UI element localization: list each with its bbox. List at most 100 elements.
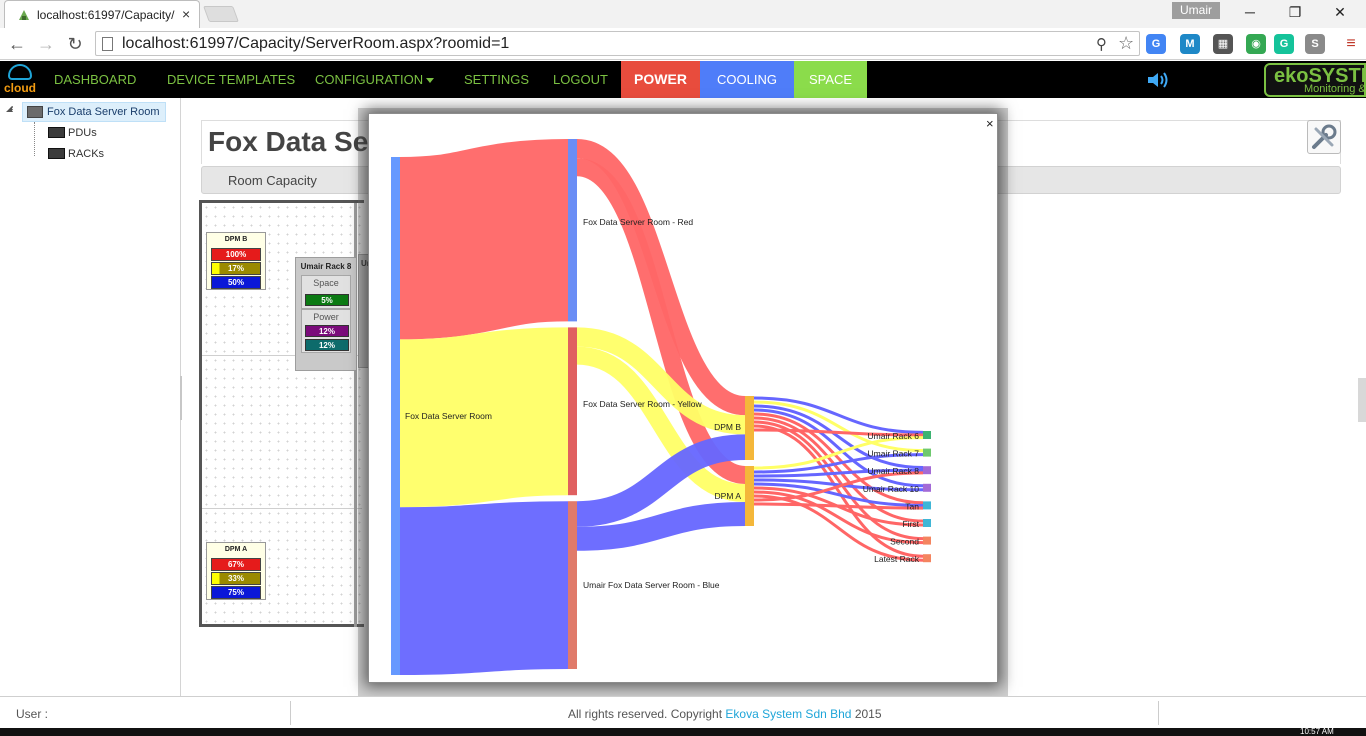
- url-text[interactable]: localhost:61997/Capacity/ServerRoom.aspx…: [122, 35, 509, 53]
- address-bar[interactable]: localhost:61997/Capacity/ServerRoom.aspx…: [95, 31, 1140, 56]
- footer-divider: [290, 701, 291, 725]
- sankey-node[interactable]: [568, 501, 577, 669]
- restore-icon[interactable]: ❐: [1283, 4, 1307, 22]
- zoom-icon[interactable]: ⚲: [1096, 35, 1107, 53]
- close-window-icon[interactable]: ✕: [1328, 4, 1352, 22]
- sankey-node[interactable]: [568, 327, 577, 496]
- sankey-node[interactable]: [745, 466, 754, 526]
- cloud-icon: [8, 64, 32, 80]
- sankey-node[interactable]: [391, 157, 400, 675]
- dpm-load-bar: 100%: [211, 248, 261, 261]
- power-value: 12%: [305, 325, 349, 337]
- rack-icon: [48, 148, 65, 159]
- sankey-node[interactable]: [923, 431, 931, 439]
- page-icon: [102, 37, 113, 51]
- dpm-load-bar: 17%: [211, 262, 261, 275]
- company-link[interactable]: Ekova System Sdn Bhd: [725, 707, 851, 721]
- space-label: Space: [313, 278, 339, 288]
- sankey-node-label: Tan: [905, 501, 919, 511]
- sankey-node-label: Latest Rack: [874, 554, 920, 564]
- menu-icon[interactable]: ≡: [1340, 33, 1362, 55]
- browser-toolbar: ← → ↻ localhost:61997/Capacity/ServerRoo…: [0, 28, 1366, 60]
- profile-button[interactable]: Umair: [1172, 2, 1220, 19]
- nav-dashboard[interactable]: DASHBOARD: [54, 61, 136, 98]
- m-extension-icon[interactable]: M: [1180, 34, 1200, 54]
- scrollbar[interactable]: [1358, 378, 1366, 422]
- nav-settings[interactable]: SETTINGS: [464, 61, 529, 98]
- sankey-node[interactable]: [568, 139, 577, 322]
- sankey-node[interactable]: [923, 519, 931, 527]
- sankey-node[interactable]: [923, 501, 931, 510]
- brand-logo: ekoSYSTE Monitoring & Control: [1264, 63, 1366, 97]
- sankey-node[interactable]: [923, 554, 931, 563]
- browser-tab[interactable]: localhost:61997/Capacity/ ×: [4, 0, 200, 28]
- sankey-link[interactable]: [399, 501, 569, 676]
- google-translate-extension-icon[interactable]: G: [1146, 34, 1166, 54]
- tab-title: localhost:61997/Capacity/: [37, 8, 175, 22]
- nav-logout[interactable]: LOGOUT: [553, 61, 608, 98]
- copyright-text: All rights reserved. Copyright Ekova Sys…: [568, 707, 882, 721]
- tree-item-label: PDUs: [68, 127, 97, 139]
- dpm-b-card[interactable]: DPM B 100% 17% 50%: [206, 232, 266, 290]
- settings-button[interactable]: [1307, 120, 1341, 154]
- sankey-node[interactable]: [923, 536, 931, 545]
- tree-item-racks[interactable]: RACKs: [46, 145, 104, 163]
- cloud-logo[interactable]: cloud: [2, 61, 36, 98]
- sankey-node-label: Fox Data Server Room: [405, 411, 492, 421]
- skype-extension-icon[interactable]: S: [1305, 34, 1325, 54]
- sankey-node[interactable]: [923, 466, 931, 475]
- room-capacity-label[interactable]: Room Capacity: [228, 173, 317, 188]
- tab-close-icon[interactable]: ×: [182, 6, 190, 22]
- star-icon[interactable]: ☆: [1118, 33, 1134, 54]
- sankey-node-label: Umair Rack 7: [868, 449, 920, 459]
- sankey-node-label: DPM A: [715, 491, 742, 501]
- page-favicon-icon: [19, 10, 29, 20]
- sankey-node-label: DPM B: [714, 422, 741, 432]
- tree-item-label: Fox Data Server Room: [47, 106, 160, 118]
- sankey-node[interactable]: [745, 396, 754, 460]
- back-icon[interactable]: ←: [6, 33, 28, 55]
- tree-item-room[interactable]: Fox Data Server Room: [22, 102, 166, 122]
- taskbar-clock: 10:57 AM: [1300, 727, 1334, 736]
- dpm-title: DPM A: [224, 546, 248, 553]
- tab-cooling[interactable]: COOLING: [700, 61, 794, 98]
- tree-item-pdus[interactable]: PDUs: [46, 124, 97, 142]
- sankey-node[interactable]: [923, 483, 931, 492]
- floor-divider: [202, 508, 362, 509]
- copyright-suffix: 2015: [851, 707, 882, 721]
- sankey-node-label: Umair Rack 6: [868, 431, 920, 441]
- sankey-node[interactable]: [923, 448, 931, 457]
- footer: User : All rights reserved. Copyright Ek…: [0, 696, 1366, 728]
- logo-text: cloud: [4, 81, 36, 95]
- server-room-icon: [27, 106, 43, 118]
- sankey-dialog: × Fox Data Server Room Fox Data Server Ro…: [368, 113, 998, 683]
- chevron-down-icon[interactable]: [426, 78, 434, 83]
- page-title: Fox Data Se: [208, 126, 369, 157]
- tab-space[interactable]: SPACE: [794, 61, 867, 98]
- pdu-icon: [48, 127, 65, 138]
- sankey-node-label: Fox Data Server Room - Yellow: [583, 399, 702, 409]
- nav-device-templates[interactable]: DEVICE TEMPLATES: [167, 61, 295, 98]
- chrome-extension-icon[interactable]: ◉: [1246, 34, 1266, 54]
- sankey-link[interactable]: [398, 139, 570, 340]
- dpm-load-bar: 75%: [211, 586, 261, 599]
- nav-configuration[interactable]: CONFIGURATION: [315, 61, 423, 98]
- brand-subtitle: Monitoring & Control: [1304, 83, 1366, 95]
- reload-icon[interactable]: ↻: [64, 33, 86, 55]
- browser-titlebar: localhost:61997/Capacity/ × Umair ─ ❐ ✕: [0, 0, 1366, 28]
- tab-power[interactable]: POWER: [621, 61, 700, 98]
- new-tab-button[interactable]: [203, 6, 239, 22]
- grammarly-extension-icon[interactable]: G: [1274, 34, 1294, 54]
- collapse-icon[interactable]: ◢: [6, 104, 12, 113]
- forward-icon[interactable]: →: [35, 33, 57, 55]
- sankey-chart: Fox Data Server Room Fox Data Server Room…: [391, 139, 931, 676]
- rack-card[interactable]: Umair Rack 8 Space 5% Power 12% 12%: [295, 257, 357, 371]
- room-floor-plan: DPM B 100% 17% 50% DPM A 67% 33% 75% Umair R…: [199, 200, 364, 627]
- dpm-a-card[interactable]: DPM A 67% 33% 75%: [206, 542, 266, 600]
- minimize-icon[interactable]: ─: [1238, 4, 1262, 22]
- sankey-node-label: First: [902, 519, 919, 529]
- rack-space-group: Space 5%: [301, 275, 351, 309]
- copyright-prefix: All rights reserved. Copyright: [568, 707, 726, 721]
- qr-extension-icon[interactable]: ▦: [1213, 34, 1233, 54]
- speaker-icon[interactable]: [1146, 70, 1170, 90]
